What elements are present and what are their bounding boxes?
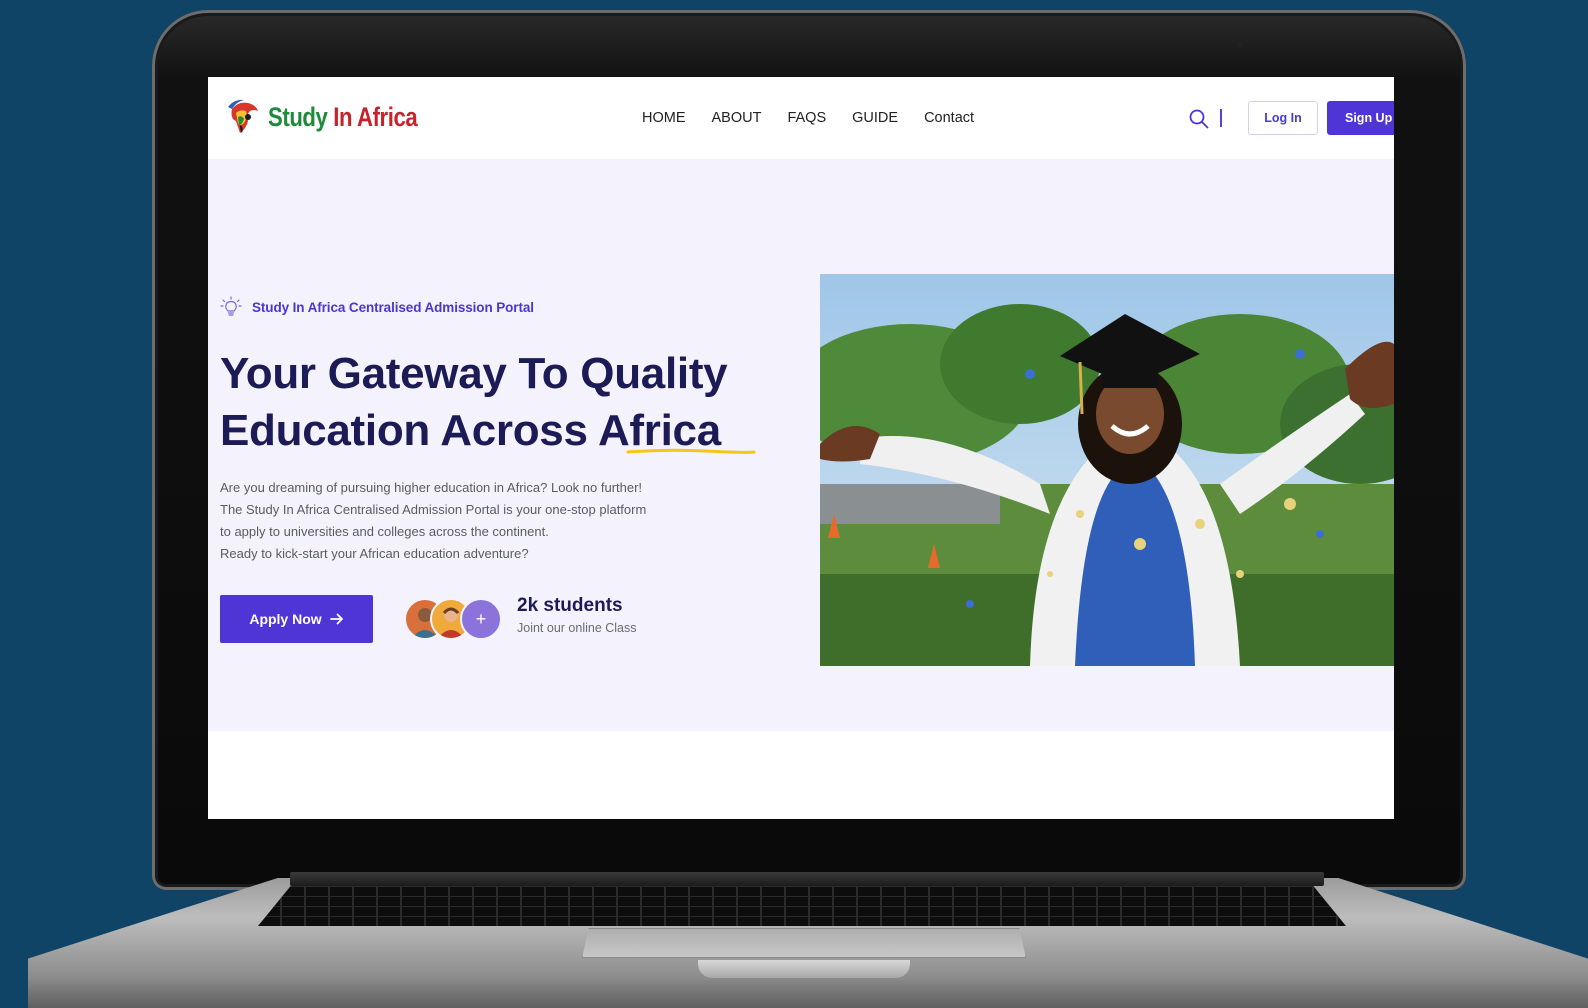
students-count: 2k students: [517, 595, 623, 616]
nav-item-guide[interactable]: GUIDE: [852, 110, 898, 126]
headline-underline-decoration: [626, 448, 756, 454]
nav-divider: [1220, 109, 1222, 127]
navbar: Study In Africa HOME ABOUT FAQS GUIDE Co…: [208, 77, 1394, 159]
trackpad: [582, 928, 1026, 958]
nav-item-home[interactable]: HOME: [642, 110, 686, 126]
hero-graduate-image: [820, 274, 1394, 666]
description-paragraph: Are you dreaming of pursuing higher educ…: [220, 480, 647, 539]
lid-notch: [698, 960, 910, 978]
search-icon[interactable]: [1188, 108, 1210, 130]
headline-line-1: Your Gateway To Quality: [220, 349, 728, 398]
hero-description: Are you dreaming of pursuing higher educ…: [220, 477, 660, 565]
login-button[interactable]: Log In: [1248, 101, 1318, 135]
browser-viewport: Study In Africa HOME ABOUT FAQS GUIDE Co…: [208, 77, 1394, 819]
hero-section: Study In Africa Centralised Admission Po…: [208, 159, 1394, 731]
tagline-text: Study In Africa Centralised Admission Po…: [252, 299, 534, 315]
cta-question: Ready to kick-start your African educati…: [220, 546, 529, 561]
nav-item-about[interactable]: ABOUT: [712, 110, 762, 126]
site-logo[interactable]: Study In Africa: [224, 97, 450, 137]
arrow-right-icon: [329, 613, 343, 625]
logo-africa-icon: [228, 99, 258, 133]
logo-text-in-africa: In Africa: [333, 101, 418, 132]
keyboard: [258, 886, 1346, 926]
logo-text-study: Study: [268, 101, 328, 132]
plus-icon[interactable]: +: [460, 598, 502, 640]
students-subtext: Joint our online Class: [517, 621, 637, 635]
apply-now-button[interactable]: Apply Now: [220, 595, 373, 643]
nav-item-faqs[interactable]: FAQS: [787, 110, 826, 126]
main-nav: HOME ABOUT FAQS GUIDE Contact: [642, 110, 974, 126]
signup-button[interactable]: Sign Up: [1327, 101, 1394, 135]
hero-headline: Your Gateway To Quality Education Across…: [220, 345, 820, 459]
laptop-hinge: [290, 872, 1324, 886]
lightbulb-icon: [220, 296, 242, 316]
student-avatars: +: [404, 598, 508, 640]
hero-tagline: Study In Africa Centralised Admission Po…: [220, 296, 534, 318]
apply-now-label: Apply Now: [249, 611, 322, 627]
nav-item-contact[interactable]: Contact: [924, 110, 974, 126]
camera: [1237, 42, 1243, 48]
